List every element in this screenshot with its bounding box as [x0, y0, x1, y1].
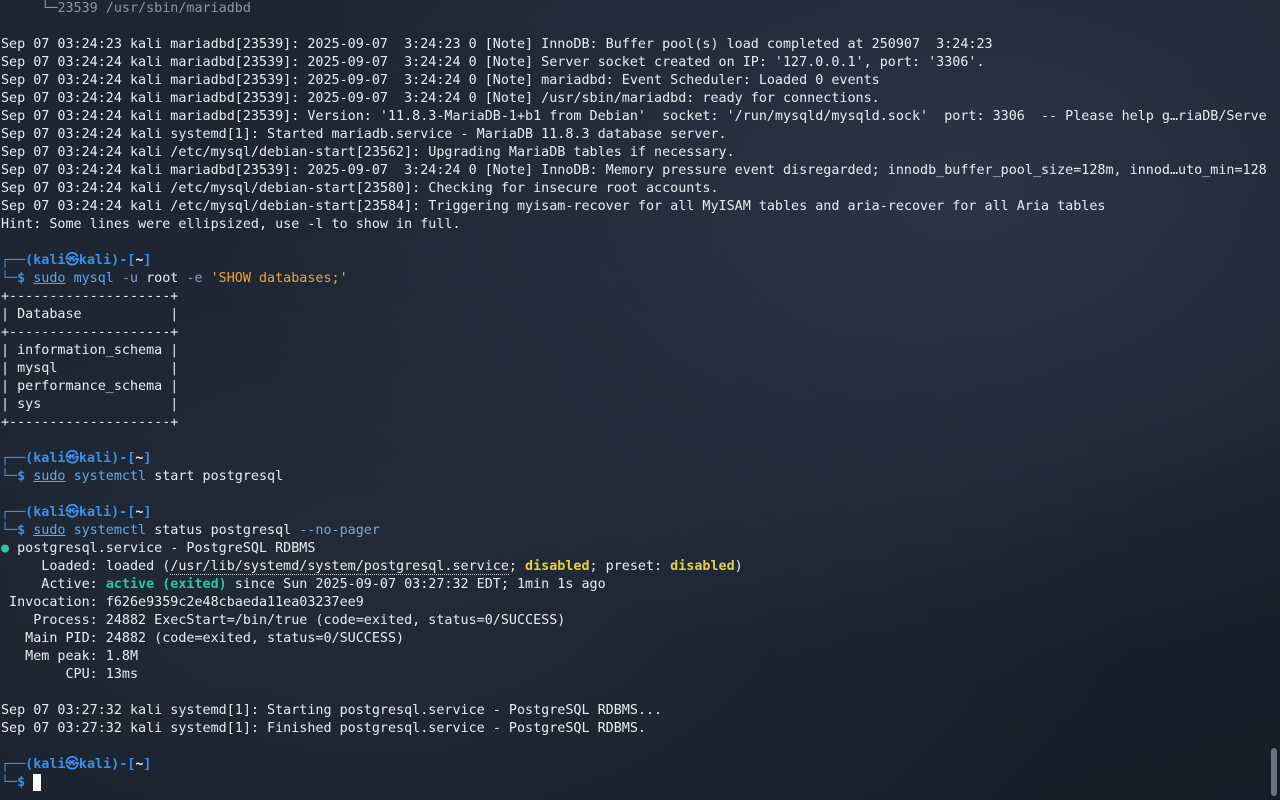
log-line: Sep 07 03:24:24 kali mariadbd[23539]: 20…	[1, 55, 985, 70]
log-line: Sep 07 03:24:24 kali mariadbd[23539]: 20…	[1, 91, 880, 106]
service-mem-peak: Mem peak: 1.8M	[1, 649, 139, 664]
log-line: Sep 07 03:27:32 kali systemd[1]: Startin…	[1, 703, 663, 718]
service-loaded: Loaded: loaded (/usr/lib/systemd/system/…	[1, 559, 743, 575]
log-line: Sep 07 03:24:24 kali systemd[1]: Started…	[1, 127, 727, 142]
process-tree-text: 23539 /usr/sbin/mariadbd	[57, 1, 251, 16]
unit-file-link: /usr/lib/systemd/system/postgresql.servi…	[170, 559, 509, 575]
db-table-row: | performance_schema |	[1, 379, 179, 394]
text-cursor[interactable]	[33, 774, 42, 791]
log-line: Sep 07 03:24:24 kali /etc/mysql/debian-s…	[1, 199, 1106, 214]
scrollbar-thumb[interactable]	[1271, 748, 1277, 796]
prompt-header: ┌──(kali㉿kali)-[~]	[1, 757, 152, 772]
command-line: └─$ sudo mysql -u root -e 'SHOW database…	[1, 271, 348, 286]
process-tree-line: └─23539 /usr/sbin/mariadbd	[1, 1, 251, 16]
service-process: Process: 24882 ExecStart=/bin/true (code…	[1, 613, 566, 628]
log-line: Sep 07 03:24:24 kali /etc/mysql/debian-s…	[1, 145, 735, 160]
command-input-line[interactable]: └─$	[1, 774, 1266, 792]
hint-line: Hint: Some lines were ellipsized, use -l…	[1, 217, 461, 232]
db-table-row: | sys |	[1, 397, 179, 412]
prompt-header: ┌──(kali㉿kali)-[~]	[1, 505, 152, 520]
db-table-row: | mysql |	[1, 361, 179, 376]
prompt-header: ┌──(kali㉿kali)-[~]	[1, 253, 152, 268]
service-title: ● postgresql.service - PostgreSQL RDBMS	[1, 541, 316, 556]
command-line: └─$ sudo systemctl status postgresql --n…	[1, 523, 380, 538]
service-cpu: CPU: 13ms	[1, 667, 139, 682]
log-line: Sep 07 03:24:24 kali mariadbd[23539]: Ve…	[1, 109, 1266, 124]
log-line: Sep 07 03:24:23 kali mariadbd[23539]: 20…	[1, 37, 993, 52]
log-line: Sep 07 03:24:24 kali mariadbd[23539]: 20…	[1, 73, 880, 88]
log-line: Sep 07 03:27:32 kali systemd[1]: Finishe…	[1, 721, 646, 736]
service-invocation: Invocation: f626e9359c2e48cbaeda11ea0323…	[1, 595, 364, 610]
sudo-keyword: sudo	[33, 271, 66, 286]
log-line: Sep 07 03:24:24 kali /etc/mysql/debian-s…	[1, 181, 719, 196]
terminal-output: └─23539 /usr/sbin/mariadbd Sep 07 03:24:…	[1, 0, 1266, 792]
command-line: └─$ sudo systemctl start postgresql	[1, 469, 284, 484]
db-table-row: | information_schema |	[1, 343, 179, 358]
sudo-keyword: sudo	[33, 469, 66, 484]
log-line: Sep 07 03:24:24 kali mariadbd[23539]: 20…	[1, 163, 1266, 178]
scrollbar[interactable]	[1266, 0, 1280, 800]
db-table-header: | Database |	[1, 307, 179, 322]
db-table-border: +--------------------+	[1, 415, 179, 430]
service-main-pid: Main PID: 24882 (code=exited, status=0/S…	[1, 631, 405, 646]
prompt-header: ┌──(kali㉿kali)-[~]	[1, 451, 152, 466]
terminal-window[interactable]: └─23539 /usr/sbin/mariadbd Sep 07 03:24:…	[0, 0, 1280, 800]
db-table-border: +--------------------+	[1, 289, 179, 304]
service-active: Active: active (exited) since Sun 2025-0…	[1, 577, 606, 592]
active-state: active (exited)	[105, 577, 227, 592]
db-table-border: +--------------------+	[1, 325, 179, 340]
sudo-keyword: sudo	[33, 523, 66, 538]
status-dot-icon: ●	[1, 541, 10, 556]
